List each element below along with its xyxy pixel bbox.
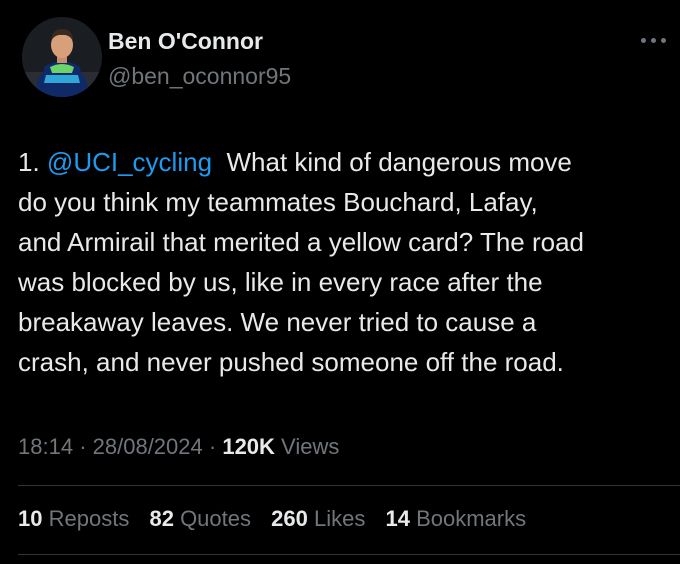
meta-separator: · bbox=[208, 434, 217, 459]
quotes-count: 82 bbox=[149, 506, 174, 531]
more-dot bbox=[640, 37, 646, 43]
divider bbox=[18, 485, 680, 486]
tweet-meta: 18:14 · 28/08/2024 · 120K Views bbox=[18, 434, 339, 460]
meta-separator: · bbox=[79, 434, 87, 459]
tweet: Ben O'Connor @ben_oconnor95 1. @UCI_cycl… bbox=[0, 0, 680, 564]
reposts-count: 10 bbox=[18, 506, 43, 531]
tweet-line: 1. @UCI_cycling What kind of dangerous m… bbox=[18, 142, 668, 182]
views-count: 120K bbox=[222, 434, 275, 459]
quotes-stat[interactable]: 82 Quotes bbox=[149, 506, 251, 531]
tweet-line-suffix: What kind of dangerous move bbox=[212, 147, 572, 177]
more-dot bbox=[660, 37, 666, 43]
bookmarks-stat[interactable]: 14 Bookmarks bbox=[385, 506, 526, 531]
bookmarks-count: 14 bbox=[385, 506, 410, 531]
likes-count: 260 bbox=[271, 506, 308, 531]
quotes-label: Quotes bbox=[180, 506, 251, 531]
profile-photo-cyclist-icon bbox=[22, 17, 102, 97]
tweet-line: and Armirail that merited a yellow card?… bbox=[18, 227, 585, 257]
avatar[interactable] bbox=[22, 17, 102, 97]
tweet-time[interactable]: 18:14 bbox=[18, 434, 73, 459]
tweet-line-prefix: 1. bbox=[18, 147, 47, 177]
engagement-stats: 10 Reposts 82 Quotes 260 Likes 14 Bookma… bbox=[18, 506, 540, 532]
more-dot bbox=[650, 37, 656, 43]
tweet-text: 1. @UCI_cycling What kind of dangerous m… bbox=[18, 142, 668, 382]
tweet-line: do you think my teammates Bouchard, Lafa… bbox=[18, 187, 538, 217]
likes-label: Likes bbox=[313, 506, 366, 531]
author-handle[interactable]: @ben_oconnor95 bbox=[108, 63, 291, 90]
tweet-date[interactable]: 28/08/2024 bbox=[93, 434, 203, 459]
tweet-line: breakaway leaves. We never tried to caus… bbox=[18, 307, 537, 337]
reposts-stat[interactable]: 10 Reposts bbox=[18, 506, 129, 531]
tweet-line: crash, and never pushed someone off the … bbox=[18, 347, 564, 377]
divider bbox=[18, 554, 680, 555]
bookmarks-label: Bookmarks bbox=[416, 506, 527, 531]
reposts-label: Reposts bbox=[48, 506, 130, 531]
tweet-line: was blocked by us, like in every race af… bbox=[18, 267, 543, 297]
author-display-name[interactable]: Ben O'Connor bbox=[108, 28, 263, 55]
likes-stat[interactable]: 260 Likes bbox=[271, 506, 365, 531]
mention-link[interactable]: @UCI_cycling bbox=[47, 147, 212, 177]
more-horizontal-icon[interactable] bbox=[636, 30, 670, 50]
views-label: Views bbox=[281, 434, 340, 459]
